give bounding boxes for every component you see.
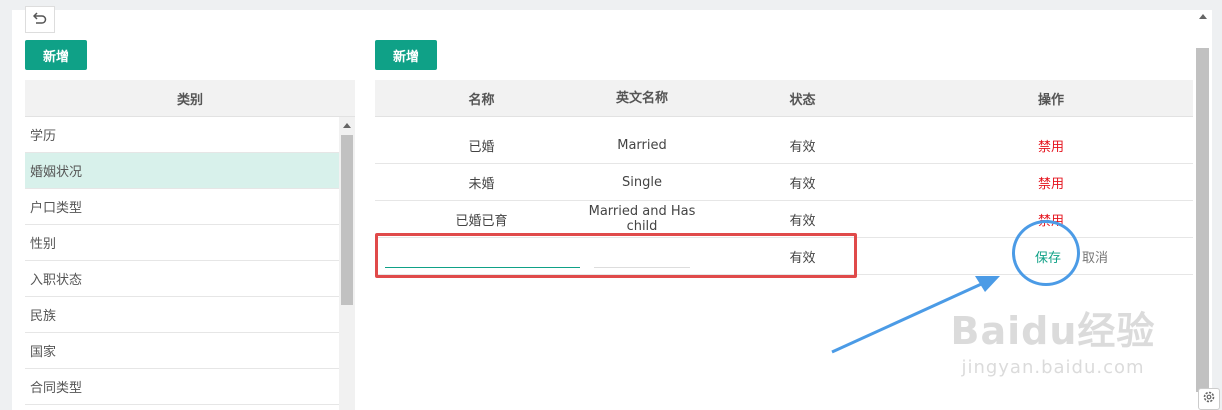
watermark-url: jingyan.baidu.com	[961, 357, 1145, 378]
watermark: Baidu经验 jingyan.baidu.com	[938, 300, 1168, 378]
watermark-logo: Baidu经验	[950, 309, 1156, 353]
